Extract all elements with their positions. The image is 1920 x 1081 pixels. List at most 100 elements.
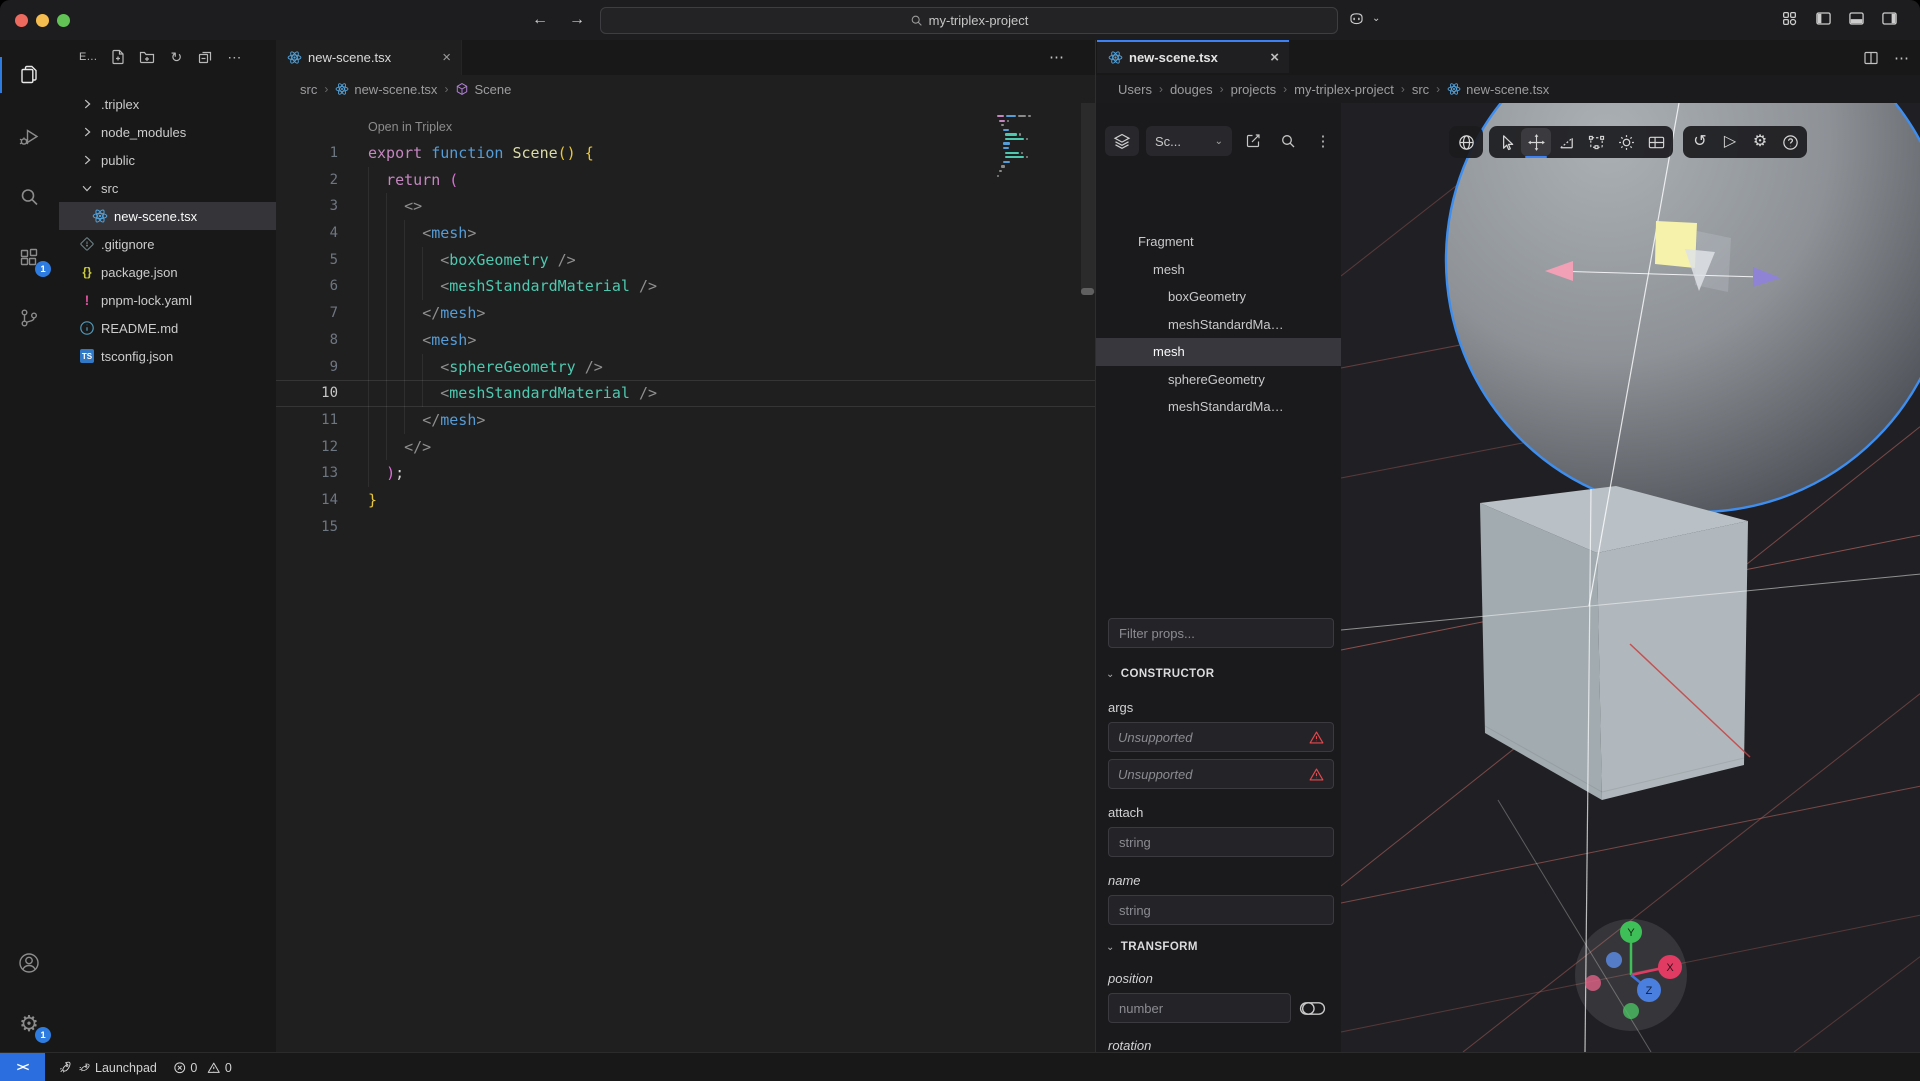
- launchpad-item[interactable]: Launchpad: [58, 1061, 157, 1075]
- command-center-search[interactable]: my-triplex-project: [600, 7, 1338, 34]
- minimize-window-button[interactable]: [36, 14, 49, 27]
- file-tree-item[interactable]: public: [59, 146, 276, 174]
- breadcrumb-item[interactable]: douges: [1170, 82, 1213, 97]
- close-window-button[interactable]: [15, 14, 28, 27]
- code-line[interactable]: 4 <mesh>: [276, 220, 1095, 247]
- problems-item[interactable]: 0 0: [173, 1061, 232, 1075]
- triplex-breadcrumb[interactable]: Users›douges›projects›my-triplex-project…: [1096, 75, 1549, 103]
- open-in-triplex-codelens[interactable]: Open in Triplex: [368, 120, 452, 134]
- code-line[interactable]: 3 <>: [276, 193, 1095, 220]
- code-lines[interactable]: 1export function Scene() {2 return (3 <>…: [276, 140, 1095, 540]
- code-line[interactable]: 5 <boxGeometry />: [276, 247, 1095, 274]
- globe-button[interactable]: [1451, 128, 1481, 156]
- code-line[interactable]: 13 );: [276, 460, 1095, 487]
- more-actions-icon[interactable]: ⋯: [1894, 49, 1909, 67]
- lighting-button[interactable]: [1611, 128, 1641, 156]
- help-button[interactable]: [1775, 128, 1805, 156]
- breadcrumb-item[interactable]: Scene: [455, 82, 511, 97]
- tab-new-scene[interactable]: new-scene.tsx ×: [276, 40, 462, 75]
- splitter-handle[interactable]: [1081, 288, 1094, 295]
- copilot-chevron-down-icon[interactable]: ⌄: [1372, 13, 1380, 24]
- sidebar-item-explorer[interactable]: [0, 52, 58, 98]
- code-line[interactable]: 11 </mesh>: [276, 407, 1095, 434]
- code-line[interactable]: 1export function Scene() {: [276, 140, 1095, 167]
- name-input[interactable]: [1108, 895, 1334, 925]
- rotate-tool-button[interactable]: [1551, 128, 1581, 156]
- forward-arrow-icon[interactable]: →: [563, 0, 591, 40]
- new-folder-icon[interactable]: [139, 49, 155, 65]
- code-line[interactable]: 14}: [276, 487, 1095, 514]
- file-tree-item[interactable]: !pnpm-lock.yaml: [59, 286, 276, 314]
- select-tool-button[interactable]: [1491, 128, 1521, 156]
- code-line[interactable]: 10 <meshStandardMaterial />: [276, 380, 1095, 407]
- breadcrumb-separator: ›: [324, 82, 328, 96]
- remote-indicator[interactable]: ><: [0, 1053, 45, 1081]
- move-tool-button[interactable]: [1521, 128, 1551, 156]
- sidebar-item-search[interactable]: [0, 174, 58, 220]
- code-line[interactable]: 7 </mesh>: [276, 300, 1095, 327]
- editor-more-actions[interactable]: ⋯: [1049, 48, 1065, 66]
- file-tree-item[interactable]: new-scene.tsx: [59, 202, 276, 230]
- copilot-icon[interactable]: [1348, 10, 1368, 30]
- file-tree-item[interactable]: TStsconfig.json: [59, 342, 276, 370]
- settings-button[interactable]: ⚙ 1: [0, 1001, 58, 1047]
- close-icon[interactable]: ×: [442, 49, 451, 66]
- code-line[interactable]: 2 return (: [276, 167, 1095, 194]
- section-title: TRANSFORM: [1121, 941, 1198, 953]
- attach-input[interactable]: [1108, 827, 1334, 857]
- toggle-sidebar-left-icon[interactable]: [1815, 10, 1835, 30]
- customize-layout-icon[interactable]: [1781, 10, 1801, 30]
- split-editor-icon[interactable]: [1863, 50, 1879, 66]
- filter-props-input[interactable]: [1108, 618, 1334, 648]
- code-line[interactable]: 8 <mesh>: [276, 327, 1095, 354]
- sidebar-item-run-debug[interactable]: [0, 114, 58, 160]
- breadcrumb-item[interactable]: projects: [1231, 82, 1277, 97]
- undo-button[interactable]: ↺: [1685, 128, 1715, 156]
- transform-section-header[interactable]: ⌄ TRANSFORM: [1106, 941, 1198, 953]
- collapse-all-icon[interactable]: [197, 49, 213, 65]
- breadcrumb-item[interactable]: my-triplex-project: [1294, 82, 1394, 97]
- position-toggle[interactable]: [1299, 1000, 1326, 1017]
- box-object[interactable]: [1480, 486, 1748, 800]
- line-content: }: [368, 487, 377, 514]
- code-line[interactable]: 6 <meshStandardMaterial />: [276, 273, 1095, 300]
- new-file-icon[interactable]: [110, 49, 126, 65]
- breadcrumb-item[interactable]: src: [1412, 82, 1429, 97]
- view-gizmo[interactable]: Y X Z: [1575, 919, 1687, 1031]
- accounts-button[interactable]: [0, 940, 58, 986]
- file-tree-item[interactable]: .triplex: [59, 90, 276, 118]
- refresh-icon[interactable]: ↻: [168, 49, 184, 65]
- play-button[interactable]: ▷: [1715, 128, 1745, 156]
- sidebar-item-source-control[interactable]: [0, 295, 58, 341]
- settings-button[interactable]: ⚙: [1745, 128, 1775, 156]
- code-line[interactable]: 15: [276, 514, 1095, 541]
- constructor-section-header[interactable]: ⌄ CONSTRUCTOR: [1106, 668, 1214, 680]
- breadcrumb[interactable]: src›new-scene.tsx›Scene: [276, 75, 511, 103]
- indent-guide: [422, 247, 423, 300]
- more-actions-icon[interactable]: ⋯: [226, 49, 242, 65]
- file-tree-item[interactable]: README.md: [59, 314, 276, 342]
- tab-triplex-new-scene[interactable]: new-scene.tsx ×: [1097, 40, 1289, 73]
- code-line[interactable]: 9 <sphereGeometry />: [276, 354, 1095, 381]
- breadcrumb-item[interactable]: Users: [1118, 82, 1152, 97]
- grid-button[interactable]: [1641, 128, 1671, 156]
- position-input[interactable]: [1108, 993, 1291, 1023]
- file-tree-item[interactable]: src: [59, 174, 276, 202]
- file-tree-item[interactable]: .gitignore: [59, 230, 276, 258]
- viewport-3d[interactable]: Y X Z ↺ ▷ ⚙: [1341, 103, 1920, 1052]
- close-icon[interactable]: ×: [1270, 49, 1279, 66]
- file-tree-item[interactable]: {}package.json: [59, 258, 276, 286]
- sidebar-item-extensions[interactable]: 1: [0, 235, 58, 281]
- code-line[interactable]: 12 </>: [276, 434, 1095, 461]
- scrollbar[interactable]: [1081, 103, 1095, 293]
- maximize-window-button[interactable]: [57, 14, 70, 27]
- toggle-sidebar-right-icon[interactable]: [1881, 10, 1901, 30]
- toggle-panel-icon[interactable]: [1848, 10, 1868, 30]
- scale-tool-button[interactable]: [1581, 128, 1611, 156]
- back-arrow-icon[interactable]: ←: [526, 0, 554, 40]
- breadcrumb-item[interactable]: src: [300, 82, 317, 97]
- breadcrumb-item[interactable]: new-scene.tsx: [335, 82, 437, 97]
- minimap[interactable]: [997, 115, 1045, 179]
- file-tree-item[interactable]: node_modules: [59, 118, 276, 146]
- breadcrumb-item[interactable]: new-scene.tsx: [1447, 82, 1549, 97]
